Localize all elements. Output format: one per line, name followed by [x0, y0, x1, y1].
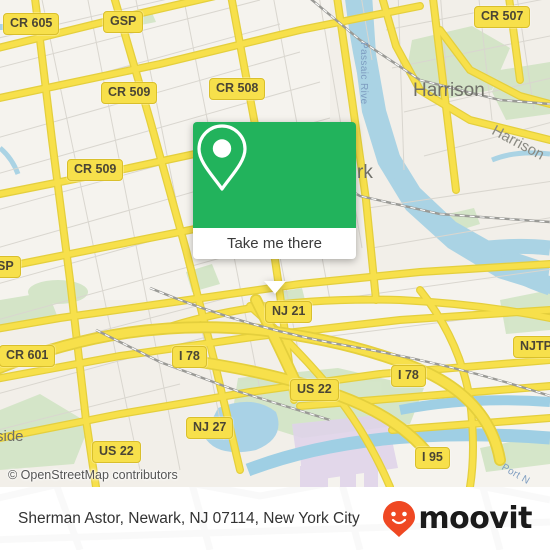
- map-pin-icon: [197, 124, 247, 191]
- highway-shield[interactable]: GSP: [103, 11, 144, 33]
- highway-shield[interactable]: I 95: [415, 447, 450, 469]
- highway-shield[interactable]: CR 509: [101, 82, 158, 104]
- highway-shield[interactable]: NJ 27: [186, 417, 234, 439]
- highway-shield[interactable]: I 78: [391, 365, 426, 387]
- highway-shield[interactable]: US 22: [92, 441, 141, 463]
- highway-shield[interactable]: CR 507: [474, 6, 531, 28]
- map-canvas[interactable]: Harrison rk side Harrison Passaic Rive P…: [0, 0, 550, 487]
- highway-shield[interactable]: NJTP: [513, 336, 550, 358]
- popup-header: [193, 122, 356, 228]
- highway-shield[interactable]: CR 605: [3, 13, 60, 35]
- moovit-pin-smiley-icon: [383, 500, 416, 537]
- highway-shield[interactable]: NJ 21: [265, 301, 313, 323]
- highway-shield[interactable]: SP: [0, 256, 21, 278]
- highway-shield[interactable]: US 22: [290, 379, 339, 401]
- footer-bar: Sherman Astor, Newark, NJ 07114, New Yor…: [0, 487, 550, 550]
- moovit-wordmark: moovit: [418, 500, 532, 536]
- location-address: Sherman Astor, Newark, NJ 07114, New Yor…: [18, 509, 360, 527]
- moovit-location-card: Harrison rk side Harrison Passaic Rive P…: [0, 0, 550, 550]
- location-popup[interactable]: Take me there: [193, 122, 356, 294]
- highway-shield[interactable]: I 78: [172, 346, 207, 368]
- highway-shield[interactable]: CR 601: [0, 345, 56, 367]
- popup-pointer-tail: [263, 281, 286, 294]
- moovit-logo[interactable]: moovit: [382, 500, 532, 538]
- highway-shield[interactable]: CR 508: [209, 78, 266, 100]
- take-me-there-button[interactable]: Take me there: [193, 228, 356, 259]
- osm-attribution[interactable]: © OpenStreetMap contributors: [8, 468, 178, 482]
- take-me-there-label: Take me there: [226, 235, 323, 252]
- highway-shield[interactable]: CR 509: [67, 159, 124, 181]
